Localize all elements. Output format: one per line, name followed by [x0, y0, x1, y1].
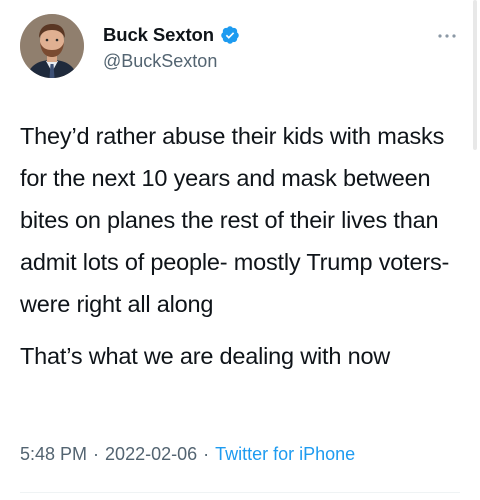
tweet-source-link[interactable]: Twitter for iPhone [215, 444, 355, 465]
more-options-icon[interactable] [432, 26, 462, 46]
tweet-card: Buck Sexton @BuckSexton They’d rather ab… [0, 0, 480, 500]
tweet-text: They’d rather abuse their kids with mask… [20, 115, 465, 377]
avatar[interactable] [20, 14, 84, 78]
separator-dot: · [93, 444, 100, 464]
tweet-paragraph: They’d rather abuse their kids with mask… [20, 123, 450, 317]
tweet-metadata: 5:48 PM · 2022-02-06 · Twitter for iPhon… [20, 444, 355, 465]
verified-badge-icon [221, 26, 239, 44]
scrollbar[interactable] [473, 0, 477, 150]
separator-dot: · [203, 444, 210, 464]
author-name-row[interactable]: Buck Sexton [103, 22, 240, 48]
divider [20, 492, 460, 493]
tweet-time[interactable]: 5:48 PM [20, 444, 87, 465]
tweet-date[interactable]: 2022-02-06 [105, 444, 197, 465]
tweet-paragraph: That’s what we are dealing with now [20, 343, 391, 369]
avatar-photo [20, 14, 84, 78]
author-handle[interactable]: @BuckSexton [103, 51, 217, 72]
author-display-name[interactable]: Buck Sexton [103, 24, 214, 46]
